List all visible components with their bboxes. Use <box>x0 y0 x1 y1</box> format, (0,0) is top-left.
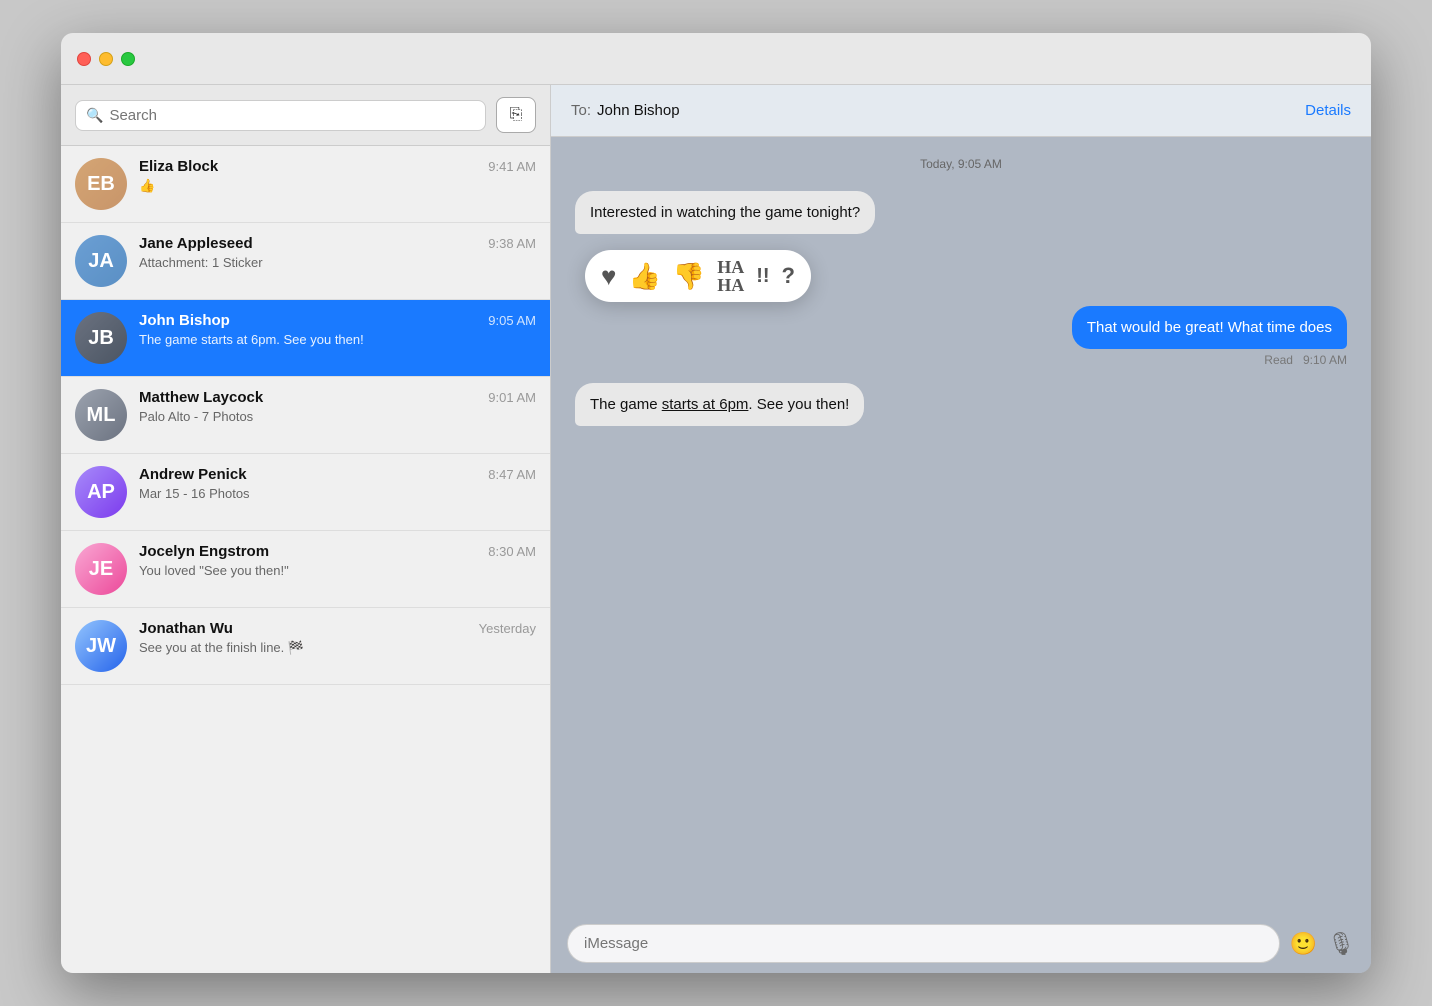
conversation-item-eliza-block[interactable]: EB Eliza Block 9:41 AM 👍 <box>61 146 550 223</box>
tapback-thumbsup-icon[interactable]: 👍 <box>628 261 660 292</box>
maximize-button[interactable] <box>121 52 135 66</box>
message-bubble-2: That would be great! What time does <box>1072 306 1347 349</box>
sidebar-header: 🔍 ⎘ <box>61 85 550 146</box>
chat-header: To: John Bishop Details <box>551 85 1371 137</box>
conversation-item-jonathan-wu[interactable]: JW Jonathan Wu Yesterday See you at the fin… <box>61 608 550 685</box>
details-button[interactable]: Details <box>1305 102 1351 119</box>
recipient-name: John Bishop <box>597 102 680 119</box>
message-row: The game starts at 6pm. See you then! <box>575 383 1347 426</box>
search-bar[interactable]: 🔍 <box>75 100 486 131</box>
chat-panel: To: John Bishop Details Today, 9:05 AM I… <box>551 85 1371 973</box>
compose-button[interactable]: ⎘ <box>496 97 536 133</box>
avatar-andrew-penick: AP <box>75 466 127 518</box>
tapback-question-icon[interactable]: ? <box>782 263 795 289</box>
underlined-text: starts at 6pm <box>662 396 749 413</box>
message-bubble-1: Interested in watching the game tonight? <box>575 191 875 234</box>
avatar-john-bishop: JB <box>75 312 127 364</box>
conv-time-andrew-penick: 8:47 AM <box>488 467 536 482</box>
conv-time-john-bishop: 9:05 AM <box>488 313 536 328</box>
compose-icon: ⎘ <box>510 106 523 124</box>
conversation-list: EB Eliza Block 9:41 AM 👍 JA Jane Appleseed 9:3… <box>61 146 550 973</box>
chat-input-area: 🙂 🎙 <box>551 914 1371 973</box>
sidebar: 🔍 ⎘ EB Eliza Block 9:41 AM 👍 JA Jane Applesee… <box>61 85 551 973</box>
message-row: Interested in watching the game tonight? <box>575 191 1347 234</box>
conv-name-matthew-laycock: Matthew Laycock <box>139 389 263 406</box>
chat-recipient: To: John Bishop <box>571 102 680 119</box>
traffic-lights <box>77 52 135 66</box>
conv-content-eliza-block: Eliza Block 9:41 AM 👍 <box>139 158 536 194</box>
conv-preview-eliza-block: 👍 <box>139 178 536 194</box>
conv-preview-jocelyn-engstrom: You loved "See you then!" <box>139 563 536 578</box>
main-content: 🔍 ⎘ EB Eliza Block 9:41 AM 👍 JA Jane Applesee… <box>61 85 1371 973</box>
avatar-jane-appleseed: JA <box>75 235 127 287</box>
app-window: 🔍 ⎘ EB Eliza Block 9:41 AM 👍 JA Jane Applesee… <box>61 33 1371 973</box>
conv-time-eliza-block: 9:41 AM <box>488 159 536 174</box>
conv-name-eliza-block: Eliza Block <box>139 158 218 175</box>
close-button[interactable] <box>77 52 91 66</box>
conv-content-jonathan-wu: Jonathan Wu Yesterday See you at the finis… <box>139 620 536 656</box>
recipient-label: To: <box>571 102 591 119</box>
emoji-icon[interactable]: 🙂 <box>1290 931 1317 957</box>
tapback-popup: ♥ 👍 👎 HAHA !! ? <box>585 250 811 302</box>
microphone-icon[interactable]: 🎙 <box>1327 931 1355 957</box>
conv-name-jane-appleseed: Jane Appleseed <box>139 235 253 252</box>
conversation-item-john-bishop[interactable]: JB John Bishop 9:05 AM The game starts at 6… <box>61 300 550 377</box>
conv-content-jocelyn-engstrom: Jocelyn Engstrom 8:30 AM You loved "See yo… <box>139 543 536 578</box>
tapback-haha-icon[interactable]: HAHA <box>717 258 744 294</box>
conv-content-john-bishop: John Bishop 9:05 AM The game starts at 6pm… <box>139 312 536 347</box>
avatar-jonathan-wu: JW <box>75 620 127 672</box>
conv-name-john-bishop: John Bishop <box>139 312 230 329</box>
avatar-jocelyn-engstrom: JE <box>75 543 127 595</box>
conv-name-jonathan-wu: Jonathan Wu <box>139 620 233 637</box>
conv-content-jane-appleseed: Jane Appleseed 9:38 AM Attachment: 1 Stick… <box>139 235 536 270</box>
message-input[interactable] <box>567 924 1280 963</box>
conv-time-jocelyn-engstrom: 8:30 AM <box>488 544 536 559</box>
tapback-heart-icon[interactable]: ♥ <box>601 261 616 292</box>
conv-preview-jonathan-wu: See you at the finish line. 🏁 <box>139 640 536 656</box>
timestamp-divider: Today, 9:05 AM <box>575 157 1347 171</box>
conversation-item-matthew-laycock[interactable]: ML Matthew Laycock 9:01 AM Palo Alto - 7 Ph… <box>61 377 550 454</box>
conversation-item-andrew-penick[interactable]: AP Andrew Penick 8:47 AM Mar 15 - 16 Photos <box>61 454 550 531</box>
conv-preview-jane-appleseed: Attachment: 1 Sticker <box>139 255 536 270</box>
avatar-eliza-block: EB <box>75 158 127 210</box>
search-input[interactable] <box>109 107 475 124</box>
message-bubble-3: The game starts at 6pm. See you then! <box>575 383 864 426</box>
search-icon: 🔍 <box>86 107 103 124</box>
conv-content-matthew-laycock: Matthew Laycock 9:01 AM Palo Alto - 7 Phot… <box>139 389 536 424</box>
message-read-receipt: Read 9:10 AM <box>1264 353 1347 367</box>
conv-time-jane-appleseed: 9:38 AM <box>488 236 536 251</box>
message-row: ♥ 👍 👎 HAHA !! ? That would be great! Wha… <box>575 250 1347 367</box>
conv-preview-matthew-laycock: Palo Alto - 7 Photos <box>139 409 536 424</box>
tapback-thumbsdown-icon[interactable]: 👎 <box>673 261 705 292</box>
avatar-matthew-laycock: ML <box>75 389 127 441</box>
conv-content-andrew-penick: Andrew Penick 8:47 AM Mar 15 - 16 Photos <box>139 466 536 501</box>
conversation-item-jane-appleseed[interactable]: JA Jane Appleseed 9:38 AM Attachment: 1 Sti… <box>61 223 550 300</box>
title-bar <box>61 33 1371 85</box>
chat-messages: Today, 9:05 AM Interested in watching th… <box>551 137 1371 914</box>
conv-time-jonathan-wu: Yesterday <box>479 621 536 636</box>
conv-name-andrew-penick: Andrew Penick <box>139 466 247 483</box>
conv-preview-andrew-penick: Mar 15 - 16 Photos <box>139 486 536 501</box>
minimize-button[interactable] <box>99 52 113 66</box>
conv-name-jocelyn-engstrom: Jocelyn Engstrom <box>139 543 269 560</box>
conv-preview-john-bishop: The game starts at 6pm. See you then! <box>139 332 536 347</box>
tapback-exclaim-icon[interactable]: !! <box>756 265 769 288</box>
conversation-item-jocelyn-engstrom[interactable]: JE Jocelyn Engstrom 8:30 AM You loved "See … <box>61 531 550 608</box>
conv-time-matthew-laycock: 9:01 AM <box>488 390 536 405</box>
